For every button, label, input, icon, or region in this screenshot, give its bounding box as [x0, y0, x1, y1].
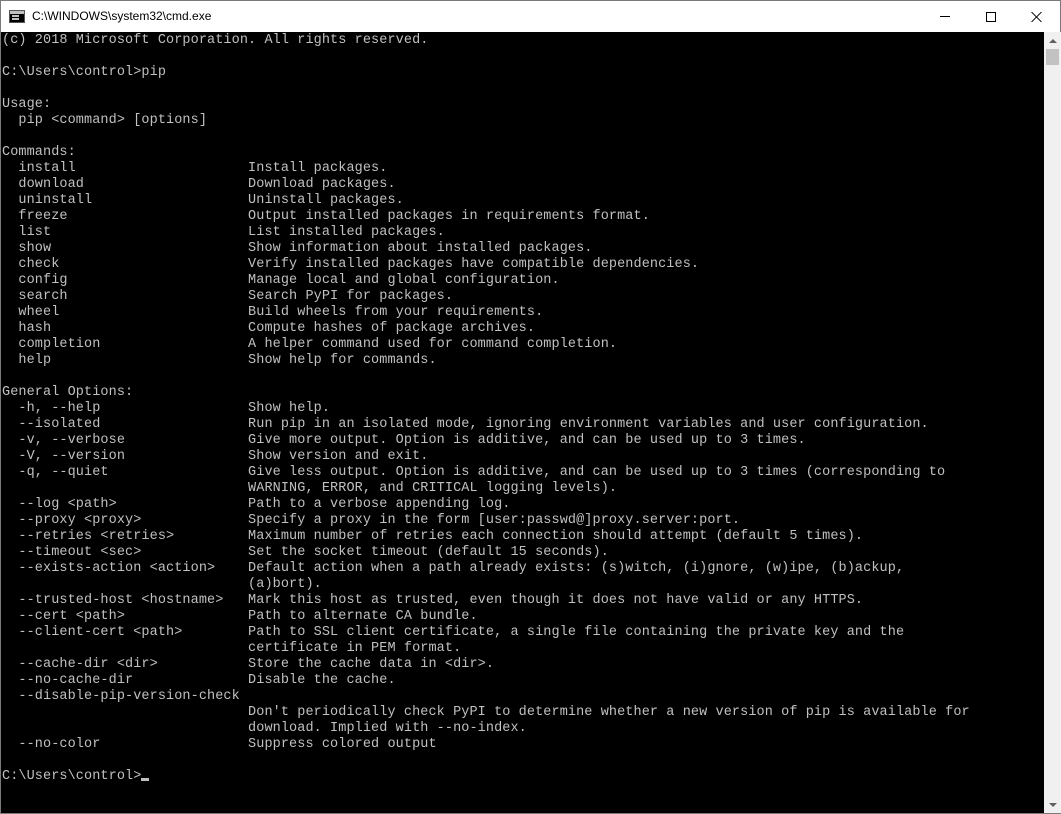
console-line: Don't periodically check PyPI to determi…	[2, 705, 970, 720]
title-bar[interactable]: C:\WINDOWS\system32\cmd.exe	[1, 1, 1060, 32]
console-line: -v, --verbose Give more output. Option i…	[2, 433, 806, 448]
console-line: Commands:	[2, 145, 76, 160]
close-icon	[1031, 11, 1043, 23]
console-line: --proxy <proxy> Specify a proxy in the f…	[2, 513, 741, 528]
console-line: show Show information about installed pa…	[2, 241, 593, 256]
command-prompt-line[interactable]: C:\Users\control>	[2, 769, 970, 785]
console-line: uninstall Uninstall packages.	[2, 193, 404, 208]
console-line: --timeout <sec> Set the socket timeout (…	[2, 545, 609, 560]
cmd-app-icon[interactable]	[9, 10, 25, 23]
console-line: config Manage local and global configura…	[2, 273, 560, 288]
console-line: freeze Output installed packages in requ…	[2, 209, 650, 224]
scroll-up-button[interactable]	[1044, 32, 1061, 49]
console-line: --retries <retries> Maximum number of re…	[2, 529, 864, 544]
cmd-window: C:\WINDOWS\system32\cmd.exe (c) 2018 Mic…	[0, 0, 1061, 814]
console-line: download Download packages.	[2, 177, 396, 192]
console-line: help Show help for commands.	[2, 353, 437, 368]
console-lines: (c) 2018 Microsoft Corporation. All righ…	[2, 33, 970, 785]
console-line: --isolated Run pip in an isolated mode, …	[2, 417, 929, 432]
console-line: --exists-action <action> Default action …	[2, 561, 905, 576]
console-line: --cache-dir <dir> Store the cache data i…	[2, 657, 495, 672]
close-button[interactable]	[1014, 1, 1060, 32]
console-line: --cert <path> Path to alternate CA bundl…	[2, 609, 478, 624]
arrow-up-icon	[1048, 38, 1057, 43]
console-line: --client-cert <path> Path to SSL client …	[2, 625, 905, 640]
console-line: (c) 2018 Microsoft Corporation. All righ…	[2, 33, 429, 48]
console-line: --no-cache-dir Disable the cache.	[2, 673, 396, 688]
console-line: WARNING, ERROR, and CRITICAL logging lev…	[2, 481, 618, 496]
minimize-icon	[940, 16, 950, 17]
maximize-button[interactable]	[968, 1, 1014, 32]
vertical-scrollbar[interactable]	[1044, 32, 1061, 813]
console-line: --no-color Suppress colored output	[2, 737, 437, 752]
console-line: General Options:	[2, 385, 134, 400]
console-line: -V, --version Show version and exit.	[2, 449, 429, 464]
scrollbar-thumb[interactable]	[1046, 49, 1059, 65]
console-line: --disable-pip-version-check	[2, 689, 240, 704]
console-line: Usage:	[2, 97, 52, 112]
console-line: hash Compute hashes of package archives.	[2, 321, 536, 336]
console-line: list List installed packages.	[2, 225, 445, 240]
command-prompt: C:\Users\control>	[2, 769, 142, 784]
console-line: check Verify installed packages have com…	[2, 257, 700, 272]
console-line: -h, --help Show help.	[2, 401, 331, 416]
console-line: C:\Users\control>pip	[2, 65, 167, 80]
arrow-down-icon	[1048, 802, 1057, 807]
console-line: download. Implied with --no-index.	[2, 721, 527, 736]
console-line: certificate in PEM format.	[2, 641, 462, 656]
console-output[interactable]: (c) 2018 Microsoft Corporation. All righ…	[1, 32, 1043, 813]
scroll-down-button[interactable]	[1044, 796, 1061, 813]
minimize-button[interactable]	[922, 1, 968, 32]
text-cursor	[141, 778, 150, 781]
console-line: wheel Build wheels from your requirement…	[2, 305, 544, 320]
maximize-icon	[986, 11, 996, 22]
console-line: -q, --quiet Give less output. Option is …	[2, 465, 946, 480]
console-line: pip <command> [options]	[2, 113, 208, 128]
window-title: C:\WINDOWS\system32\cmd.exe	[32, 9, 212, 23]
console-line: install Install packages.	[2, 161, 388, 176]
console-line: completion A helper command used for com…	[2, 337, 618, 352]
console-line: --trusted-host <hostname> Mark this host…	[2, 593, 864, 608]
console-line: --log <path> Path to a verbose appending…	[2, 497, 511, 512]
console-line: (a)bort).	[2, 577, 322, 592]
console-line: search Search PyPI for packages.	[2, 289, 454, 304]
